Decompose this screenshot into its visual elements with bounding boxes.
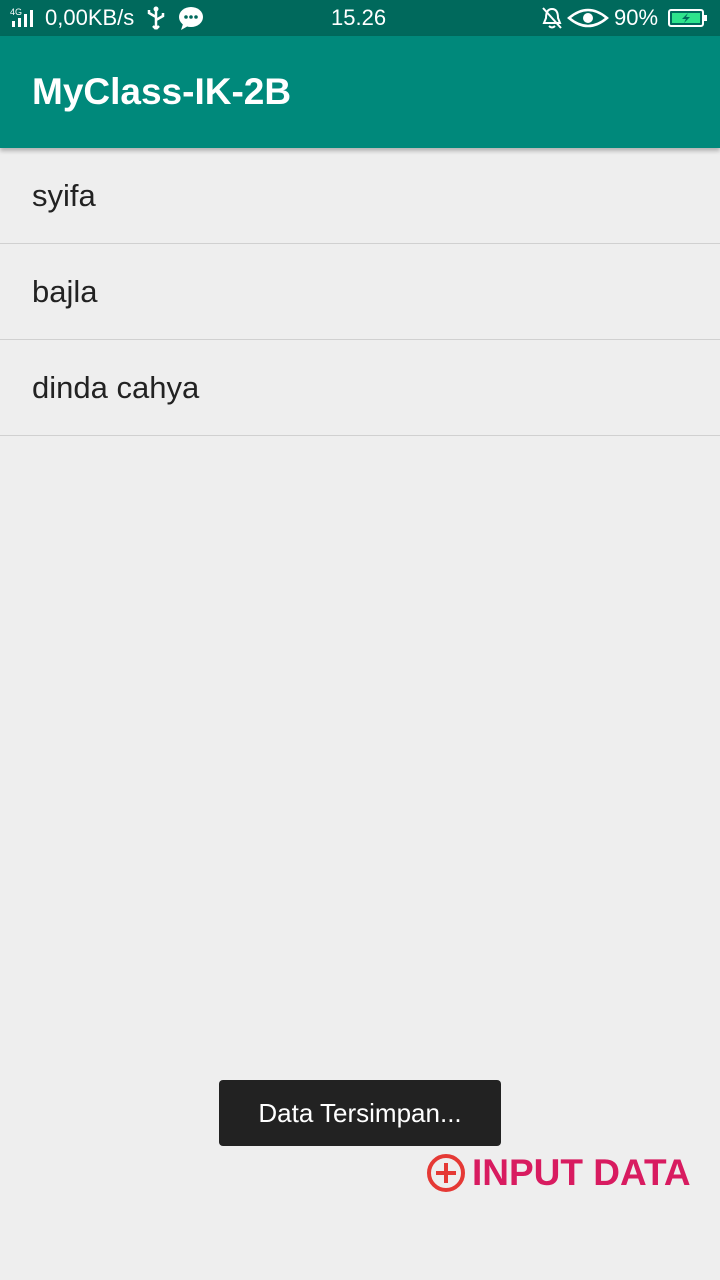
app-bar: MyClass-IK-2B <box>0 36 720 148</box>
message-icon <box>177 0 205 36</box>
student-list: syifa bajla dinda cahya <box>0 148 720 436</box>
eye-icon <box>567 0 609 36</box>
plus-circle-icon <box>427 1154 465 1192</box>
input-data-button[interactable]: INPUT DATA <box>426 1146 702 1200</box>
list-item-label: bajla <box>32 273 98 309</box>
app-title: MyClass-IK-2B <box>32 71 292 112</box>
status-bar: 4G 0,00KB/s 15.26 90% <box>0 0 720 36</box>
bell-off-icon <box>541 0 563 36</box>
toast-text: Data Tersimpan... <box>258 1097 462 1128</box>
network-type: 4G <box>10 7 22 17</box>
list-item-label: dinda cahya <box>32 369 200 405</box>
list-item-label: syifa <box>32 177 96 213</box>
input-data-label: INPUT DATA <box>472 1152 691 1193</box>
signal-icon: 4G <box>10 0 40 36</box>
list-item[interactable]: syifa <box>0 148 720 244</box>
list-item[interactable]: bajla <box>0 244 720 340</box>
network-speed: 0,00KB/s <box>45 5 135 30</box>
list-item[interactable]: dinda cahya <box>0 340 720 436</box>
clock: 15.26 <box>331 5 387 30</box>
toast-message: Data Tersimpan... <box>219 1080 501 1146</box>
battery-icon <box>668 0 708 36</box>
battery-percentage: 90% <box>614 5 659 30</box>
usb-icon <box>145 0 167 36</box>
